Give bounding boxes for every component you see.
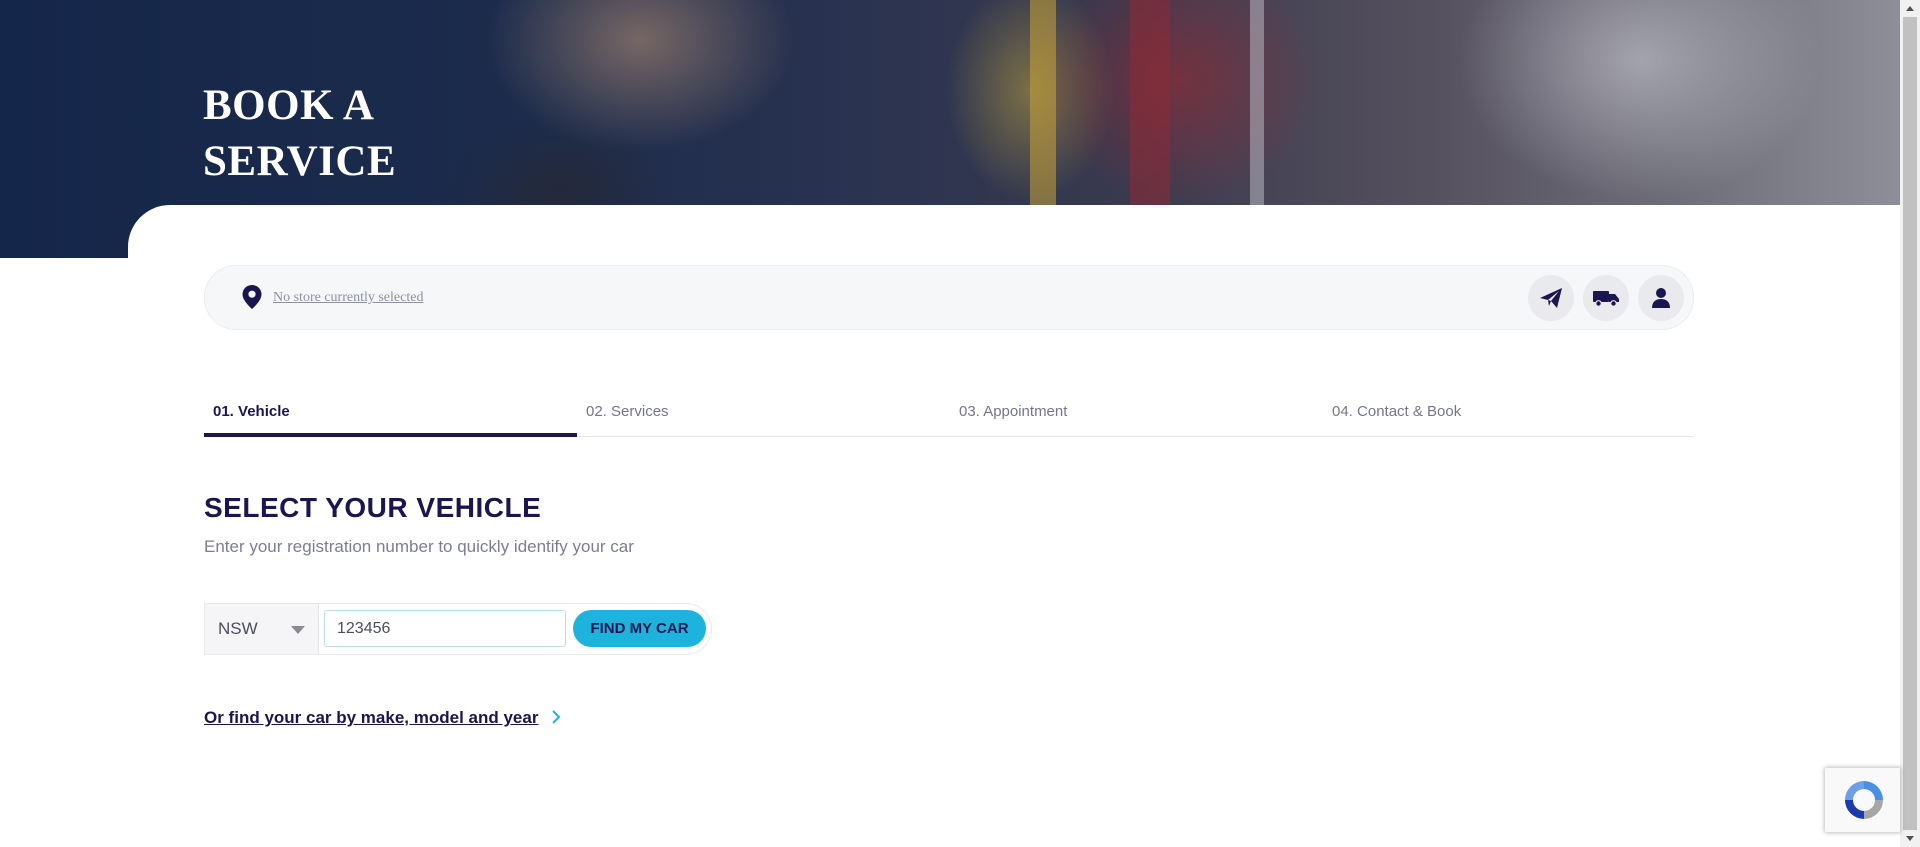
store-selector-bar: No store currently selected [204, 265, 1694, 330]
page-scrollbar[interactable] [1900, 0, 1920, 847]
booking-steps-tabs: 01. Vehicle 02. Services 03. Appointment… [204, 393, 1694, 437]
location-pin-icon [242, 285, 262, 309]
user-icon [1652, 288, 1670, 308]
find-my-car-button[interactable]: FIND MY CAR [573, 610, 706, 647]
tab-vehicle[interactable]: 01. Vehicle [204, 393, 577, 437]
registration-input[interactable] [324, 610, 566, 647]
tab-contact-book[interactable]: 04. Contact & Book [1323, 393, 1696, 437]
send-button[interactable] [1528, 275, 1574, 321]
tab-appointment[interactable]: 03. Appointment [950, 393, 1323, 437]
state-select-value: NSW [218, 619, 258, 638]
truck-icon [1593, 291, 1619, 307]
scroll-up-arrow-icon[interactable] [1900, 0, 1920, 17]
find-by-make-model-link[interactable]: Or find your car by make, model and year [204, 708, 538, 728]
delivery-button[interactable] [1583, 275, 1629, 321]
state-select[interactable]: NSW [205, 604, 319, 654]
chevron-down-icon [291, 626, 305, 634]
page-title: BOOK A SERVICE [203, 82, 397, 185]
scrollbar-thumb[interactable] [1903, 17, 1917, 830]
chevron-right-icon [552, 710, 561, 724]
registration-form: NSW FIND MY CAR [204, 603, 712, 655]
select-store-link[interactable]: No store currently selected [273, 290, 423, 306]
account-button[interactable] [1638, 275, 1684, 321]
recaptcha-logo-icon [1845, 781, 1883, 819]
send-icon [1540, 288, 1562, 308]
tab-services[interactable]: 02. Services [577, 393, 950, 437]
recaptcha-badge[interactable] [1825, 768, 1900, 832]
section-heading: SELECT YOUR VEHICLE [204, 492, 542, 523]
section-subheading: Enter your registration number to quickl… [204, 537, 634, 556]
scroll-down-arrow-icon[interactable] [1900, 830, 1920, 847]
